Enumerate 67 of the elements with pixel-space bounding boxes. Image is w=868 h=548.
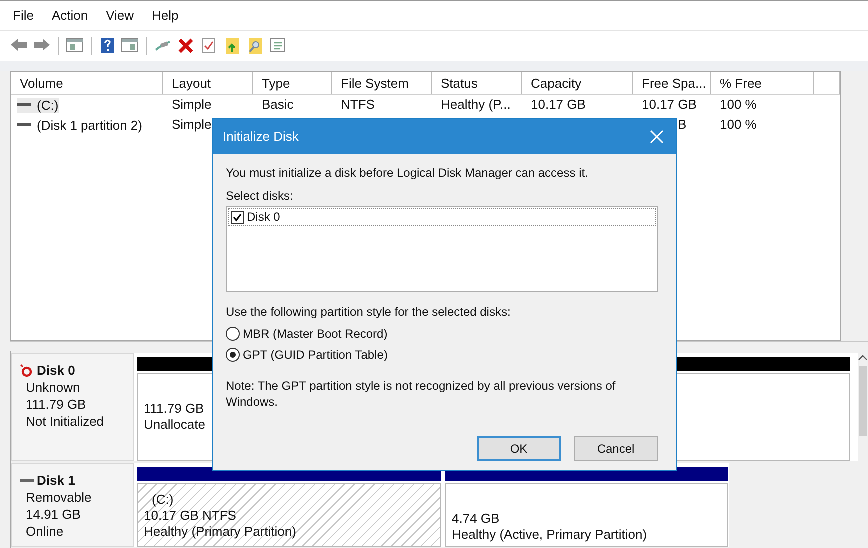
partition-text: Unallocate — [144, 417, 206, 433]
table-cell: Simple — [172, 117, 212, 132]
scrollbar-thumb[interactable] — [859, 366, 867, 436]
table-cell: Basic — [262, 97, 294, 112]
disk-info: Online — [26, 523, 65, 540]
table-cell: Simple — [172, 97, 212, 112]
partition-box[interactable]: 4.74 GB Healthy (Active, Primary Partition) — [445, 483, 728, 547]
scroll-up-icon[interactable] — [858, 354, 868, 362]
partition-text: Healthy (Active, Primary Partition) — [452, 527, 648, 543]
table-cell: 10.17 GB — [642, 97, 697, 112]
table-cell: NTFS — [341, 97, 375, 112]
cancel-button[interactable]: Cancel — [574, 436, 658, 461]
delete-icon[interactable] — [177, 37, 195, 55]
radio-label[interactable]: MBR (Master Boot Record) — [243, 327, 388, 341]
column-header[interactable]: Status — [432, 72, 522, 94]
table-cell: Healthy (P... — [441, 97, 511, 112]
disk-info: Removable — [26, 489, 93, 506]
table-cell: (Disk 1 partition 2) — [17, 118, 142, 132]
column-header[interactable]: File System — [332, 72, 432, 94]
list-item[interactable]: Disk 0 — [247, 210, 280, 224]
column-header[interactable]: Layout — [163, 72, 253, 94]
dialog-title: Initialize Disk — [223, 129, 299, 144]
disk-info: 111.79 GB — [26, 396, 88, 413]
list-icon[interactable] — [269, 37, 287, 55]
help-icon[interactable] — [99, 37, 116, 55]
radio-label[interactable]: GPT (GUID Partition Table) — [243, 348, 388, 362]
panel-icon[interactable] — [66, 37, 84, 55]
close-icon[interactable] — [650, 130, 664, 144]
column-header[interactable]: Capacity — [522, 72, 633, 94]
menu-item[interactable]: Action — [42, 8, 98, 23]
disk-name: Disk 0 — [20, 362, 133, 379]
disk-name: Disk 1 — [20, 472, 133, 489]
column-header[interactable]: % Free — [711, 72, 814, 94]
column-header[interactable]: Volume — [11, 72, 163, 94]
ok-button[interactable]: OK — [477, 436, 561, 461]
partition-box[interactable]: (C:) 10.17 GB NTFS Healthy (Primary Partition) — [137, 483, 441, 547]
table-cell: B — [678, 117, 687, 132]
volume-icon — [17, 101, 31, 109]
table-cell: 100 % — [720, 117, 757, 132]
disk-info: Not Initialized — [26, 413, 106, 430]
folder-search-icon[interactable] — [246, 37, 264, 55]
partition-text: 4.74 GB — [452, 511, 500, 527]
checklist-icon[interactable] — [200, 37, 218, 55]
partition-text: (C:) — [151, 492, 174, 508]
table-cell: 10.17 GB — [531, 97, 586, 112]
menu-item[interactable]: File — [4, 8, 43, 23]
disk-error-icon — [20, 364, 34, 378]
menu-item[interactable]: Help — [143, 8, 188, 23]
panel-icon[interactable] — [121, 37, 139, 55]
partition-text: Healthy (Primary Partition) — [144, 524, 296, 540]
radio-button[interactable] — [226, 348, 240, 362]
menu-item[interactable]: View — [97, 8, 144, 23]
partition-text: 111.79 GB — [144, 401, 204, 417]
field-label: Use the following partition style for the selected disks: — [226, 305, 512, 321]
note-text: Note: The GPT partition style is not recognized by all previous versions of Windows. — [226, 378, 617, 410]
table-cell: (C:) — [17, 98, 59, 112]
column-header[interactable]: Type — [253, 72, 332, 94]
disk-info: 14.91 GB — [26, 506, 82, 523]
volume-icon — [17, 121, 31, 129]
table-cell: 100 % — [720, 97, 757, 112]
message-text: You must initialize a disk before Logical Disk Manager can access it. — [226, 166, 590, 182]
radio-button[interactable] — [226, 327, 240, 341]
disk-info: Unknown — [26, 379, 82, 396]
partition-text: 10.17 GB NTFS — [144, 508, 236, 524]
column-header[interactable]: Free Spa... — [633, 72, 711, 94]
scrollbar[interactable] — [858, 351, 868, 548]
field-label: Select disks: — [226, 189, 294, 204]
